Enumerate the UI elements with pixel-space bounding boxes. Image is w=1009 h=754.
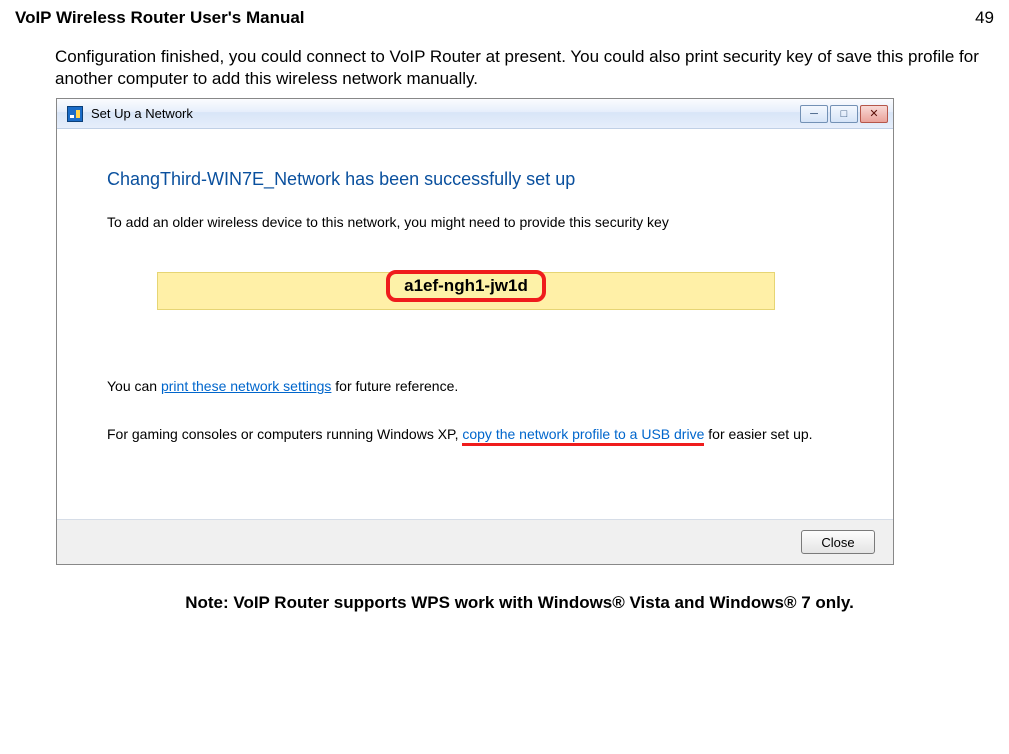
dialog-footer: Close (57, 520, 893, 564)
page-number: 49 (975, 8, 994, 28)
print-prefix: You can (107, 378, 161, 394)
security-key-strip: a1ef-ngh1-jw1d (157, 272, 775, 310)
titlebar: Set Up a Network ─ □ ✕ (57, 99, 893, 129)
print-settings-link[interactable]: print these network settings (161, 378, 331, 394)
xp-line: For gaming consoles or computers running… (107, 424, 843, 444)
page-header: VoIP Wireless Router User's Manual 49 (0, 0, 1009, 28)
dialog-window: Set Up a Network ─ □ ✕ ChangThird-WIN7E_… (56, 98, 894, 565)
security-key: a1ef-ngh1-jw1d (386, 270, 546, 302)
close-button[interactable]: Close (801, 530, 875, 554)
print-suffix: for future reference. (331, 378, 458, 394)
print-line: You can print these network settings for… (107, 378, 843, 394)
xp-suffix: for easier set up. (704, 426, 812, 442)
minimize-button[interactable]: ─ (800, 105, 828, 123)
window-title: Set Up a Network (91, 106, 798, 121)
intro-paragraph: Configuration finished, you could connec… (0, 28, 1009, 90)
close-window-button[interactable]: ✕ (860, 105, 888, 123)
copy-usb-link[interactable]: copy the network profile to a USB drive (462, 426, 704, 446)
dialog-heading: ChangThird-WIN7E_Network has been succes… (107, 169, 843, 190)
xp-prefix: For gaming consoles or computers running… (107, 426, 462, 442)
maximize-button[interactable]: □ (830, 105, 858, 123)
manual-title: VoIP Wireless Router User's Manual (15, 8, 305, 28)
dialog-body: ChangThird-WIN7E_Network has been succes… (57, 129, 893, 520)
footer-note: Note: VoIP Router supports WPS work with… (0, 565, 1009, 613)
network-setup-icon (67, 106, 83, 122)
security-subtext: To add an older wireless device to this … (107, 214, 843, 230)
